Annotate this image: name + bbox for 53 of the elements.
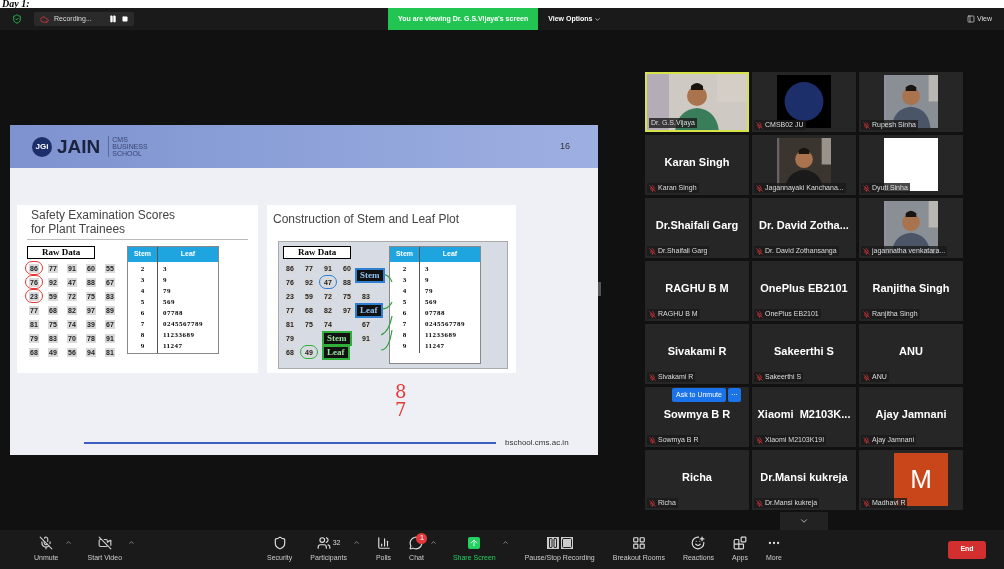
raw-data-label: Raw Data [283,246,352,259]
plot-label: Leaf [355,303,383,318]
grid-icon [631,535,646,550]
caret-icon[interactable] [501,538,509,546]
panel-icon [966,15,975,23]
pause-icon[interactable] [108,15,117,23]
muted-mic-icon [39,535,54,550]
pause-stop-icon [546,536,573,549]
panel-title: for Plant Trainees [30,222,127,236]
participant-name: RAGHU B M [665,280,729,296]
participant-name: Ranjitha Singh [872,280,950,296]
handwritten-note: 7 [395,401,407,419]
stop-icon[interactable] [121,16,128,22]
handwritten-note: 8 [395,383,407,401]
plot-label: Stem [355,268,385,283]
brand-name: JAIN [57,137,101,156]
plot-label: Leaf [322,345,350,360]
bar-chart-icon [376,535,391,550]
logo-mark: JGi [32,136,52,157]
shield-icon [272,535,287,550]
notification-badge: 1 [416,532,428,544]
cloud-icon [40,14,49,24]
shield-icon [12,14,22,24]
caret-icon[interactable] [128,538,136,546]
page-number: 16 [560,139,570,153]
participant-name: Ajay Jamnani [875,406,947,422]
panel-title: Construction of Stem and Leaf Plot [273,211,461,227]
video-off-icon [97,535,112,550]
panel-title: Safety Examination Scores [30,208,177,222]
slide-footer: bschool.cms.ac.in [505,437,569,449]
participant-name: Dr.Shaifali Garg [655,217,739,233]
participant-name: Richa [682,469,712,485]
chevron-down-icon [594,15,602,23]
splitter-handle[interactable] [598,282,601,296]
participant-name: ANU [899,343,923,359]
participant-name: OnePlus EB2101 [760,280,848,296]
participant-name: Xiaomi M2103K... [757,406,851,422]
participant-name: Dr. David Zotha... [759,217,849,233]
participant-name: Sowmya B R [663,406,731,422]
caret-icon[interactable] [352,538,360,546]
chevron-down-icon [799,516,809,526]
chat-bubble-icon [409,535,424,550]
participant-name: Dr.Mansi kukreja [760,469,848,485]
caret-icon[interactable] [429,538,437,546]
raw-data-label: Raw Data [27,246,96,259]
share-screen-icon [468,536,481,549]
caret-icon[interactable] [64,538,72,546]
smiley-plus-icon [691,535,706,550]
participant-name: Karan Singh [664,154,730,170]
blocks-icon [733,535,747,550]
people-icon [316,535,331,550]
participant-name: Sivakami R [667,343,727,359]
participant-name: Sakeerthi S [774,343,834,359]
